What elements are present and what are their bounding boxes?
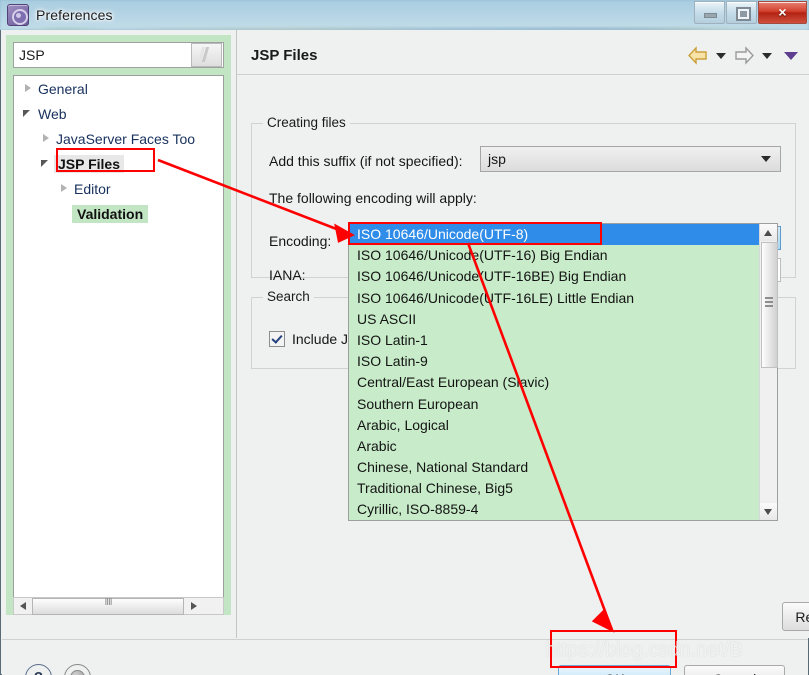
chevron-down-icon [761,156,771,162]
tree-item-general[interactable]: General [14,76,223,101]
search-group-title: Search [263,289,314,304]
tree-item-label: JavaServer Faces Too [56,130,196,147]
twisty-collapsed-icon[interactable] [20,76,36,101]
suffix-value: jsp [488,151,506,167]
dropdown-item[interactable]: ISO Latin-1 [349,330,759,351]
encoding-note: The following encoding will apply: [269,190,477,206]
twisty-expanded-icon[interactable] [20,101,36,126]
scroll-up-arrow-icon[interactable] [760,224,777,241]
tree-item-label: JSP Files [54,154,125,173]
tree-item-javaserver-faces-too[interactable]: JavaServer Faces Too [14,126,223,151]
dropdown-item[interactable]: Arabic [349,436,759,457]
left-panel: General Web JavaServer Faces Too JSP Files E… [6,35,231,615]
tree-item-label: Editor [74,180,111,197]
twisty-expanded-icon[interactable] [38,151,54,176]
dropdown-item[interactable]: ISO 10646/Unicode(UTF-16) Big Endian [349,245,759,266]
include-jsp-checkbox-row[interactable]: Include J [269,331,348,347]
tree-item-label: Validation [72,204,149,223]
forward-history-chevron-down-icon[interactable] [762,52,772,59]
dropdown-item[interactable]: Southern European [349,394,759,415]
twisty-collapsed-icon[interactable] [56,176,72,201]
ok-button[interactable]: OK [558,665,671,675]
scroll-thumb[interactable] [32,597,184,615]
close-button[interactable]: × [758,1,807,24]
dropdown-item[interactable]: US ASCII [349,309,759,330]
cancel-button[interactable]: Cancel [684,665,785,675]
tree-item-label: Web [38,105,67,122]
clear-filter-icon[interactable] [191,43,222,67]
title-divider [237,74,809,75]
iana-label: IANA: [269,267,306,283]
tree-item-validation[interactable]: Validation [14,201,223,226]
tree-item-jsp-files[interactable]: JSP Files [14,151,223,176]
restore-button[interactable] [726,1,757,24]
suffix-label: Add this suffix (if not specified): [269,153,463,169]
dropdown-item[interactable]: Central/East European (Slavic) [349,372,759,393]
suffix-combo[interactable]: jsp [480,146,781,172]
include-jsp-label: Include J [292,331,349,347]
dropdown-item[interactable]: Arabic, Logical [349,415,759,436]
tree-horizontal-scrollbar[interactable] [13,597,224,615]
dropdown-item[interactable]: ISO 10646/Unicode(UTF-16BE) Big Endian [349,266,759,287]
window-title: Preferences [36,7,113,23]
scroll-down-arrow-icon[interactable] [760,503,777,520]
dropdown-item[interactable]: Chinese, National Standard [349,457,759,478]
back-history-chevron-down-icon[interactable] [716,52,726,59]
twisty-none [56,201,72,226]
dropdown-options[interactable]: ISO 10646/Unicode(UTF-8) ISO 10646/Unicod… [349,224,759,520]
search-input[interactable] [14,46,191,64]
scroll-left-arrow-icon[interactable] [14,598,31,614]
minimize-button[interactable] [694,1,725,24]
window-controls: × [693,1,807,24]
dropdown-item[interactable]: Traditional Chinese, Big5 [349,478,759,499]
page-title: JSP Files [251,47,318,64]
back-arrow-icon[interactable] [686,46,710,65]
view-menu-chevron-down-icon[interactable] [784,51,798,60]
preferences-tree[interactable]: General Web JavaServer Faces Too JSP Files E… [13,75,224,605]
close-icon: × [778,4,787,20]
creating-files-group-title: Creating files [263,115,350,130]
forward-arrow-icon[interactable] [732,46,756,65]
include-jsp-checkbox[interactable] [269,331,285,347]
encoding-dropdown-list[interactable]: ISO 10646/Unicode(UTF-8) ISO 10646/Unicod… [348,223,778,521]
dropdown-item[interactable]: Cyrillic, ISO-8859-4 [349,499,759,520]
scroll-right-arrow-icon[interactable] [185,598,202,614]
dropdown-scrollbar[interactable] [759,224,778,520]
tree-item-label: General [38,80,88,97]
navigation-controls [686,46,798,65]
filter-row [13,42,224,68]
dropdown-item[interactable]: ISO 10646/Unicode(UTF-16LE) Little Endia… [349,288,759,309]
title-bar: Preferences × [0,0,809,30]
encoding-label: Encoding: [269,233,332,249]
dropdown-scroll-thumb[interactable] [761,242,778,368]
restore-defaults-button[interactable]: Restore Defaults [782,602,809,631]
tree-item-editor[interactable]: Editor [14,176,223,201]
dropdown-item[interactable]: ISO Latin-9 [349,351,759,372]
twisty-collapsed-icon[interactable] [38,126,54,151]
preferences-window: Preferences × General Web JavaServer Faces… [0,0,809,675]
dropdown-item[interactable]: ISO 10646/Unicode(UTF-8) [349,224,759,246]
preferences-gear-icon [7,4,29,26]
tree-item-web[interactable]: Web [14,101,223,126]
